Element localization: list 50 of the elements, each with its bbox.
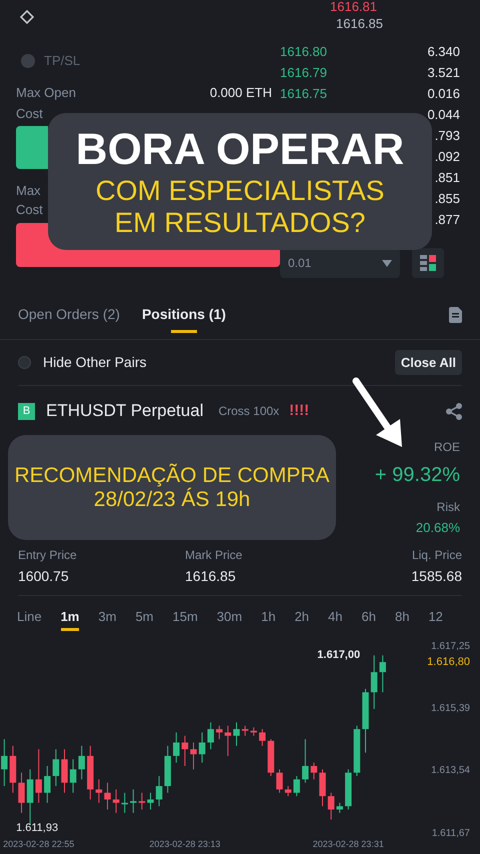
bid-amount: .092 <box>434 148 460 166</box>
axis-label: 2023-02-28 23:13 <box>149 838 220 851</box>
axis-label: 1.613,54 <box>431 764 470 778</box>
tpsl-label: TP/SL <box>44 52 80 70</box>
margin-mode: Cross 100x <box>218 403 280 420</box>
risk-value: 20.68% <box>416 519 460 537</box>
banner-title: BORA OPERAR <box>76 124 404 174</box>
bid-price: 1616.79 <box>280 64 327 82</box>
symbol-name: ETHUSDT Perpetual <box>46 400 204 422</box>
bid-amount: .851 <box>434 168 460 187</box>
stat-label: Mark Price <box>185 547 242 564</box>
stat-label: Entry Price <box>18 547 77 564</box>
roe-label: ROE <box>434 439 460 456</box>
stat-value: 1616.85 <box>185 567 236 586</box>
bid-price: 1616.75 <box>280 84 327 103</box>
stat-label: Liq. Price <box>412 547 462 564</box>
axis-label: 2023-02-28 23:31 <box>312 838 384 851</box>
banner-subtitle: COM ESPECIALISTAS <box>96 174 384 206</box>
bid-amount: .793 <box>434 126 460 145</box>
axis-label: 1.615,39 <box>431 702 470 716</box>
bid-amount: 0.016 <box>427 84 460 103</box>
bid-amount: .877 <box>434 210 460 229</box>
axis-label: 1.617,25 <box>431 640 470 654</box>
high-price-label: 1.617,00 <box>317 648 360 662</box>
last-price: 1616.81 <box>330 0 377 14</box>
last-price-label: 1.616,80 <box>427 655 470 670</box>
field-value: 0.000 ETH <box>210 84 272 102</box>
bid-amount: 6.340 <box>427 42 460 61</box>
field-label: Max Open <box>16 84 76 102</box>
field-label: Cost <box>16 104 43 123</box>
mark-price: 1616.85 <box>336 15 383 34</box>
axis-label: 1.611,67 <box>432 827 470 841</box>
low-price-label: 1.611,93 <box>16 821 58 836</box>
field-label: Cost <box>16 200 43 219</box>
risk-label: Risk <box>436 499 460 516</box>
field-label: Max <box>16 182 41 200</box>
roe-value: + 99.32% <box>374 463 460 488</box>
banner-subtitle: EM RESULTADOS? <box>114 206 366 238</box>
bid-price: 1616.80 <box>280 42 327 61</box>
axis-label: 2023-02-28 22:55 <box>3 838 74 851</box>
stat-value: 1600.75 <box>18 567 69 586</box>
hide-pairs-label: Hide Other Pairs <box>43 353 146 372</box>
bid-amount: 3.521 <box>427 64 460 82</box>
recommendation-text: RECOMENDAÇÃO DE COMPRA <box>14 464 330 488</box>
bid-amount: 0.044 <box>427 106 460 124</box>
bid-amount: .855 <box>434 190 460 208</box>
stat-value: 1585.68 <box>411 567 462 586</box>
recommendation-date: 28/02/23 ÁS 19h <box>94 488 250 512</box>
risk-marks: !!!! <box>289 400 310 421</box>
position-badge: B <box>18 402 35 420</box>
